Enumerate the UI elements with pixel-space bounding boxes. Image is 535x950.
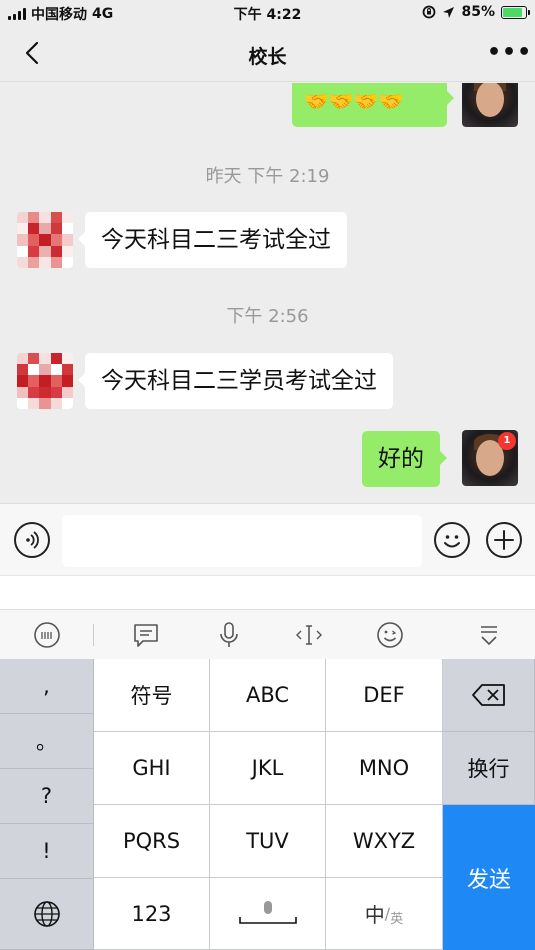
key-period[interactable]: 。 [0,714,94,769]
language-toggle-key[interactable]: 中 / 英 [326,878,443,950]
key-abc[interactable]: ABC [210,659,326,732]
voice-icon[interactable] [14,522,50,558]
input-bar [0,503,535,575]
globe-key[interactable] [0,879,94,950]
emoji-icon[interactable] [434,522,470,558]
key-jkl[interactable]: JKL [210,732,326,805]
cursor-icon[interactable] [294,620,324,650]
status-right: 85% [422,4,530,20]
quick-phrase-icon[interactable] [131,620,161,650]
message-input[interactable] [62,515,422,567]
enter-key[interactable]: 换行 [443,732,535,805]
ime-logo-icon[interactable] [32,620,62,650]
message-bubble-out[interactable]: 好的 [362,431,447,487]
chat-title: 校长 [248,46,287,68]
language-main: 中 [364,903,385,927]
contact-avatar[interactable] [17,212,73,268]
message-list[interactable]: 🤝🤝🤝🤝 昨天 下午 2:19 今天科目二三考试全过 下午 2:56 今天科目二… [0,83,535,503]
backspace-key[interactable] [443,659,535,732]
status-bar: 中国移动 4G 下午 4:22 85% [0,0,535,26]
message-text: 今天科目二三考试全过 [101,227,331,253]
hide-keyboard-icon[interactable] [474,620,504,650]
key-def[interactable]: DEF [326,659,443,732]
message-bubble-in[interactable]: 今天科目二三学员考试全过 [78,353,393,409]
key-comma[interactable]: , [0,659,94,714]
message-bubble-out[interactable]: 🤝🤝🤝🤝 [292,83,454,127]
message-timestamp: 昨天 下午 2:19 [205,166,330,187]
message-text: 好的 [378,446,424,472]
keyboard: , 。 ? ! 符号 ABC DEF GHI JKL MNO PQRS TUV … [0,659,535,950]
unread-badge: 1 [498,432,516,450]
key-numbers[interactable]: 123 [94,878,210,950]
keyboard-toolbar [0,609,535,659]
battery-icon [501,5,530,19]
microphone-icon[interactable] [214,620,244,650]
globe-icon [33,901,60,927]
key-tuv[interactable]: TUV [210,805,326,878]
space-mic-icon [238,900,297,924]
battery-percent: 85% [461,4,495,20]
plus-icon[interactable] [486,522,522,558]
message-bubble-in[interactable]: 今天科目二三考试全过 [78,212,347,268]
key-pqrs[interactable]: PQRS [94,805,210,878]
key-symbols[interactable]: 符号 [94,659,210,732]
language-sub: 英 [390,912,404,927]
rotation-lock-icon [423,5,436,19]
backspace-icon [471,684,505,706]
key-ghi[interactable]: GHI [94,732,210,805]
candidate-bar [0,575,535,609]
more-icon[interactable]: ••• [487,40,531,70]
self-avatar[interactable] [462,83,518,127]
space-key[interactable] [210,878,326,950]
contact-avatar[interactable] [17,353,73,409]
emoticon-icon[interactable] [375,620,405,650]
message-text: 🤝🤝🤝🤝 [304,89,404,113]
self-avatar[interactable]: 1 [462,430,518,486]
key-exclamation[interactable]: ! [0,824,94,879]
key-question[interactable]: ? [0,769,94,824]
chat-header: 校长 ••• [0,26,535,82]
key-wxyz[interactable]: WXYZ [326,805,443,878]
message-text: 今天科目二三学员考试全过 [101,368,377,394]
send-button[interactable]: 发送 [443,805,535,950]
message-timestamp: 下午 2:56 [226,306,309,327]
key-mno[interactable]: MNO [326,732,443,805]
location-icon [443,6,455,18]
